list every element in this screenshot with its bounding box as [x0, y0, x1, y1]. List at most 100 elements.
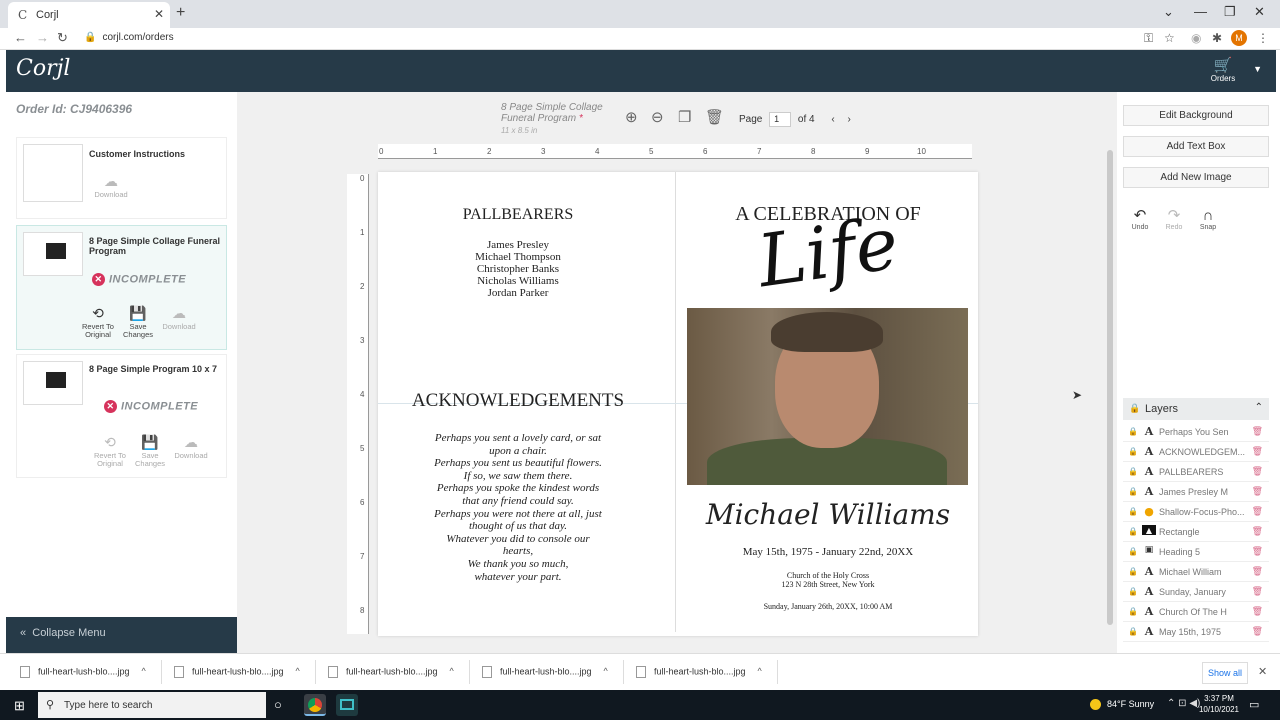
order-item-card-2[interactable]: 8 Page Simple Program 10 x 7 ✕ INCOMPLETE… [16, 354, 227, 478]
save-changes-button[interactable]: 💾 Save Changes [128, 435, 172, 468]
portrait-photo[interactable] [687, 308, 968, 485]
trash-icon[interactable]: 🗑 [1252, 606, 1263, 617]
trash-icon[interactable]: 🗑 [1252, 486, 1263, 497]
collapse-chevron-icon[interactable]: ⌃ [1255, 402, 1263, 413]
previous-page-icon[interactable]: ‹ [831, 114, 834, 125]
download-item[interactable]: full-heart-lush-blo....jpg ^ [636, 666, 762, 678]
lock-icon: 🔒 [1128, 427, 1138, 436]
undo-button[interactable]: ↶ Undo [1125, 208, 1155, 232]
layer-row[interactable]: 🔒 A James Presley M 🗑 [1123, 482, 1269, 502]
download-item[interactable]: full-heart-lush-blo....jpg ^ [174, 666, 300, 678]
bookmark-star-icon[interactable]: ☆ [1164, 31, 1175, 45]
acknowledgement-poem[interactable]: Perhaps you sent a lovely card, or sat u… [408, 432, 628, 583]
layer-row[interactable]: 🔒 ▣ Heading 5 🗑 [1123, 542, 1269, 562]
order-item-card-1[interactable]: 8 Page Simple Collage Funeral Program ✕ I… [16, 225, 227, 350]
layer-row[interactable]: 🔒 A Church Of The H 🗑 [1123, 602, 1269, 622]
revert-icon: ⟲ [104, 434, 116, 450]
trash-icon[interactable]: 🗑 [1252, 626, 1263, 637]
download-item[interactable]: full-heart-lush-blo....jpg ^ [20, 666, 146, 678]
snap-button[interactable]: ∩ Snap [1193, 208, 1223, 232]
service-datetime[interactable]: Sunday, January 26th, 20XX, 10:00 AM [688, 602, 968, 611]
show-all-downloads-button[interactable]: Show all [1202, 662, 1248, 684]
deceased-name[interactable]: Michael Williams [688, 498, 968, 531]
minimize-icon[interactable]: — [1194, 4, 1207, 19]
layer-row[interactable]: 🔒 ▲ Rectangle 🗑 [1123, 522, 1269, 542]
taskbar-search-box[interactable]: ⚲ Type here to search [38, 692, 266, 718]
layer-row[interactable]: 🔒 A Michael William 🗑 [1123, 562, 1269, 582]
save-changes-button[interactable]: 💾 Save Changes [116, 306, 160, 339]
layer-row[interactable]: 🔒 ● Shallow-Focus-Pho... 🗑 [1123, 502, 1269, 522]
zoom-in-icon[interactable]: ⊕ [625, 108, 638, 126]
trash-icon[interactable]: 🗑 [1252, 426, 1263, 437]
page-number-input[interactable]: 1 [769, 112, 792, 127]
clock[interactable]: 3:37 PM 10/10/2021 [1196, 693, 1242, 715]
cloud-download-icon: ☁ [184, 434, 198, 450]
instructions-download-button[interactable]: ☁ Download [89, 174, 133, 199]
layers-header[interactable]: 🔒 Layers ⌃ [1123, 398, 1269, 420]
church-address[interactable]: Church of the Holy Cross 123 N 28th Stre… [688, 571, 968, 589]
windows-start-icon[interactable]: ⊞ [14, 698, 25, 714]
layer-row[interactable]: 🔒 A May 15th, 1975 🗑 [1123, 622, 1269, 642]
puzzle-icon[interactable]: ✱ [1212, 31, 1222, 45]
layer-row[interactable]: 🔒 A Sunday, January 🗑 [1123, 582, 1269, 602]
trash-icon[interactable]: 🗑 [1252, 446, 1263, 457]
reload-icon[interactable]: ↻ [57, 30, 68, 46]
orders-button[interactable]: 🛒 Orders [1208, 56, 1238, 83]
document-page[interactable]: PALLBEARERS James Presley Michael Thomps… [378, 172, 978, 636]
new-tab-icon[interactable]: + [176, 4, 185, 22]
close-downloads-icon[interactable]: ✕ [1258, 665, 1267, 678]
more-menu-icon[interactable]: ⋮ [1257, 31, 1269, 45]
layer-row[interactable]: 🔒 A ACKNOWLEDGEM... 🗑 [1123, 442, 1269, 462]
trash-icon[interactable]: 🗑 [1252, 466, 1263, 477]
trash-icon[interactable]: 🗑 [1252, 566, 1263, 577]
browser-tab[interactable]: C Corjl ✕ [8, 2, 170, 28]
trash-icon[interactable]: 🗑 [1252, 546, 1263, 557]
pallbearers-list[interactable]: James Presley Michael Thompson Christoph… [418, 239, 618, 299]
profile-avatar[interactable]: M [1231, 30, 1247, 46]
acknowledgements-heading[interactable]: ACKNOWLEDGEMENTS [398, 390, 638, 412]
add-text-box-button[interactable]: Add Text Box [1123, 136, 1269, 157]
revert-to-original-button[interactable]: ⟲ Revert To Original [76, 306, 120, 339]
life-dates[interactable]: May 15th, 1975 - January 22nd, 20XX [688, 546, 968, 558]
zoom-out-icon[interactable]: ⊖ [651, 108, 664, 126]
maximize-icon[interactable]: ❐ [1224, 4, 1236, 20]
close-tab-icon[interactable]: ✕ [154, 7, 164, 21]
trash-icon[interactable]: 🗑 [1252, 526, 1263, 537]
account-dropdown-icon[interactable]: ▼ [1253, 64, 1262, 74]
program-thumbnail [23, 361, 83, 405]
key-icon[interactable]: ⚿ [1144, 31, 1153, 46]
revert-to-original-button[interactable]: ⟲ Revert To Original [88, 435, 132, 468]
collapse-menu-button[interactable]: « Collapse Menu [6, 617, 237, 653]
edit-background-button[interactable]: Edit Background [1123, 105, 1269, 126]
trash-icon[interactable]: 🗑 [1252, 586, 1263, 597]
layer-row[interactable]: 🔒 A PALLBEARERS 🗑 [1123, 462, 1269, 482]
notifications-icon[interactable]: ▭ [1249, 698, 1259, 711]
pallbearers-heading[interactable]: PALLBEARERS [418, 206, 618, 224]
layer-row[interactable]: 🔒 A Perhaps You Sen 🗑 [1123, 422, 1269, 442]
cortana-icon[interactable]: ○ [274, 697, 282, 712]
lock-icon: 🔒 [1128, 607, 1138, 616]
download-button[interactable]: ☁ Download [169, 435, 213, 460]
close-window-icon[interactable]: ✕ [1254, 4, 1265, 20]
redo-button[interactable]: ↷ Redo [1159, 208, 1189, 232]
forward-icon[interactable]: → [36, 30, 49, 45]
text-layer-icon: A [1144, 425, 1154, 438]
chrome-taskbar-icon[interactable] [304, 694, 326, 716]
add-new-image-button[interactable]: Add New Image [1123, 167, 1269, 188]
duplicate-icon[interactable]: ❐ [678, 108, 691, 126]
order-sidebar: Order Id: CJ9406396 Customer Instruction… [6, 92, 237, 653]
trash-icon[interactable]: 🗑 [705, 108, 724, 126]
tab-search-icon[interactable]: ⌄ [1163, 4, 1174, 20]
extension-icon[interactable]: ◉ [1191, 31, 1201, 45]
download-item[interactable]: full-heart-lush-blo....jpg ^ [482, 666, 608, 678]
download-item[interactable]: full-heart-lush-blo....jpg ^ [328, 666, 454, 678]
download-button[interactable]: ☁ Download [157, 306, 201, 331]
terminal-taskbar-icon[interactable] [336, 694, 358, 716]
url-field[interactable]: 🔒 corjl.com/orders [84, 32, 174, 43]
weather-widget[interactable]: 84°F Sunny [1090, 699, 1154, 711]
canvas-scrollbar[interactable] [1107, 150, 1113, 625]
next-page-icon[interactable]: › [848, 114, 851, 125]
corjl-logo[interactable]: Corjl [16, 56, 70, 81]
back-icon[interactable]: ← [14, 30, 27, 45]
trash-icon[interactable]: 🗑 [1252, 506, 1263, 517]
